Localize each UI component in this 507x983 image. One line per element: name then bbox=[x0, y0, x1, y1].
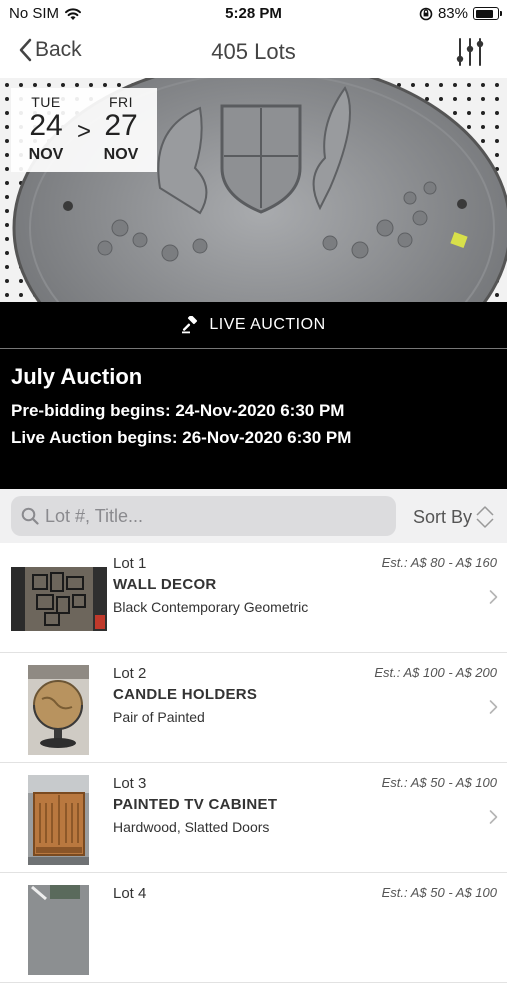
search-placeholder: Lot #, Title... bbox=[45, 505, 144, 526]
globe-image bbox=[28, 665, 89, 755]
start-date-day: 24 bbox=[29, 109, 63, 142]
end-date-dow: FRI bbox=[108, 94, 134, 110]
nav-bar: Back 405 Lots bbox=[0, 28, 507, 78]
list-item[interactable]: Lot 1 WALL DECOR Black Contemporary Geom… bbox=[0, 543, 507, 653]
lot-title: CANDLE HOLDERS bbox=[113, 686, 258, 703]
lot-4-image bbox=[28, 885, 89, 975]
lot-list: Lot 1 WALL DECOR Black Contemporary Geom… bbox=[0, 543, 507, 983]
list-item[interactable]: Lot 4 Est.: A$ 50 - A$ 100 bbox=[0, 873, 507, 983]
search-bar: Lot #, Title... Sort By bbox=[0, 489, 507, 543]
status-bar: No SIM 5:28 PM 83% bbox=[0, 0, 507, 28]
start-date: TUE 24 NOV bbox=[16, 88, 76, 164]
lot-thumbnail bbox=[11, 567, 107, 631]
auction-title: July Auction bbox=[11, 364, 143, 389]
start-date-dow: TUE bbox=[31, 94, 61, 110]
lot-number: Lot 4 bbox=[113, 885, 147, 902]
live-auction-time: Live Auction begins: 26-Nov-2020 6:30 PM bbox=[11, 428, 352, 447]
lot-number: Lot 3 bbox=[113, 775, 147, 792]
lot-description: Hardwood, Slatted Doors bbox=[113, 819, 270, 835]
lot-number: Lot 1 bbox=[113, 555, 147, 572]
sort-by-label: Sort By bbox=[413, 506, 473, 527]
chevron-right-icon bbox=[489, 810, 498, 824]
live-auction-banner: LIVE AUCTION bbox=[0, 302, 507, 348]
orientation-lock-icon bbox=[419, 7, 433, 20]
chevron-right-icon bbox=[489, 700, 498, 714]
sort-by-button[interactable]: Sort By bbox=[413, 505, 495, 529]
gavel-icon bbox=[182, 316, 198, 334]
back-button[interactable]: Back bbox=[18, 38, 82, 62]
chevron-left-icon bbox=[19, 38, 32, 62]
live-auction-label: LIVE AUCTION bbox=[209, 316, 326, 333]
lot-thumbnail bbox=[28, 665, 89, 755]
list-item[interactable]: Lot 3 PAINTED TV CABINET Hardwood, Slatt… bbox=[0, 763, 507, 873]
lot-estimate: Est.: A$ 100 - A$ 200 bbox=[374, 665, 497, 680]
battery-percent: 83% bbox=[437, 5, 468, 22]
lot-thumbnail bbox=[28, 885, 89, 975]
wall-decor-image bbox=[11, 567, 107, 631]
lot-description: Black Contemporary Geometric bbox=[113, 599, 309, 615]
back-label: Back bbox=[35, 38, 82, 61]
end-date-day: 27 bbox=[104, 109, 138, 142]
end-date: FRI 27 NOV bbox=[91, 88, 151, 164]
tv-cabinet-image bbox=[28, 775, 89, 865]
battery-icon bbox=[473, 7, 502, 20]
sort-icon bbox=[476, 506, 494, 528]
auction-info-panel: July Auction Pre-bidding begins: 24-Nov-… bbox=[0, 349, 507, 489]
filter-button[interactable] bbox=[455, 36, 485, 73]
chevron-right-icon bbox=[489, 590, 498, 604]
search-input[interactable]: Lot #, Title... bbox=[11, 496, 396, 536]
lot-description: Pair of Painted bbox=[113, 709, 205, 725]
date-range-arrow: > bbox=[76, 118, 91, 145]
search-icon bbox=[21, 507, 39, 525]
sliders-icon bbox=[456, 38, 484, 66]
lot-estimate: Est.: A$ 50 - A$ 100 bbox=[381, 775, 497, 790]
start-date-month: NOV bbox=[28, 146, 64, 163]
auction-hero-image: TUE 24 NOV > FRI 27 NOV bbox=[0, 78, 507, 302]
lot-title: PAINTED TV CABINET bbox=[113, 796, 278, 813]
pre-bidding-time: Pre-bidding begins: 24-Nov-2020 6:30 PM bbox=[11, 401, 345, 420]
status-right: 83% bbox=[419, 5, 502, 22]
auction-date-range: TUE 24 NOV > FRI 27 NOV bbox=[11, 88, 157, 172]
list-item[interactable]: Lot 2 CANDLE HOLDERS Pair of Painted Est… bbox=[0, 653, 507, 763]
lot-title: WALL DECOR bbox=[113, 576, 217, 593]
lot-estimate: Est.: A$ 50 - A$ 100 bbox=[381, 885, 497, 900]
lot-estimate: Est.: A$ 80 - A$ 160 bbox=[381, 555, 497, 570]
end-date-month: NOV bbox=[103, 146, 139, 163]
lot-thumbnail bbox=[28, 775, 89, 865]
lot-number: Lot 2 bbox=[113, 665, 147, 682]
